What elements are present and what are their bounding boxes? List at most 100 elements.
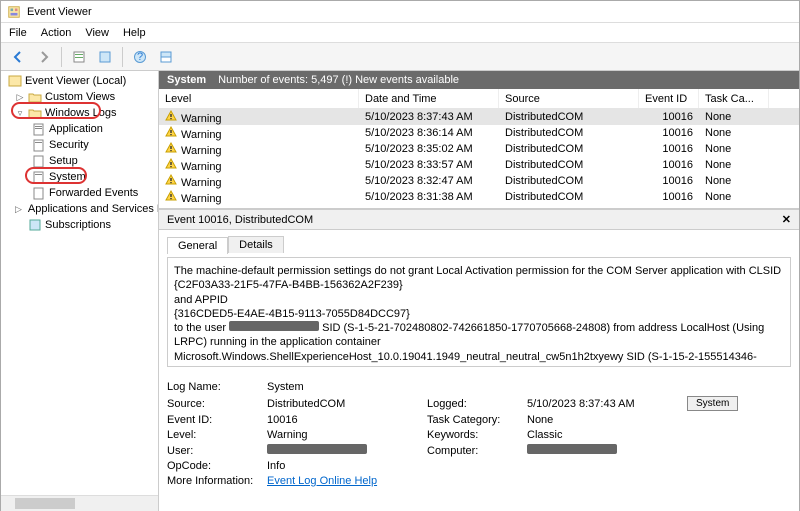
window-title: Event Viewer (27, 6, 92, 18)
warning-icon (165, 158, 177, 170)
label-keywords: Keywords: (427, 429, 527, 441)
warning-icon (165, 110, 177, 122)
log-icon (32, 122, 46, 136)
help-button[interactable]: ? (129, 46, 151, 68)
value-opcode: Info (267, 460, 427, 472)
folder-icon (28, 106, 42, 120)
tree-horizontal-scrollbar[interactable] (1, 495, 158, 511)
subscriptions-icon (28, 218, 42, 232)
table-row[interactable]: Warning5/10/2023 8:31:38 AMDistributedCO… (159, 189, 799, 205)
label-moreinfo: More Information: (167, 475, 267, 487)
table-row[interactable]: Warning5/10/2023 8:37:43 AMDistributedCO… (159, 109, 799, 125)
console-icon (8, 74, 22, 88)
log-icon (32, 154, 46, 168)
menu-help[interactable]: Help (123, 27, 146, 39)
detail-header: Event 10016, DistributedCOM ✕ (159, 210, 799, 230)
label-taskcat: Task Category: (427, 414, 527, 426)
toolbar-separator (61, 47, 62, 67)
tree-application[interactable]: Application (1, 121, 158, 137)
label-level: Level: (167, 429, 267, 441)
tree-panel[interactable]: Event Viewer (Local) ▷ Custom Views ▿ Wi… (1, 71, 159, 511)
system-button[interactable]: System (687, 396, 738, 411)
value-level: Warning (267, 429, 427, 441)
grid-header[interactable]: Level Date and Time Source Event ID Task… (159, 89, 799, 109)
col-eventid[interactable]: Event ID (639, 89, 699, 108)
tree-security[interactable]: Security (1, 137, 158, 153)
menubar: File Action View Help (1, 23, 799, 43)
value-logged: 5/10/2023 8:37:43 AM (527, 398, 687, 410)
message-box[interactable]: The machine-default permission settings … (167, 257, 791, 367)
redacted-user (229, 321, 319, 331)
expander-open-icon[interactable]: ▿ (15, 108, 25, 119)
main-area: Event Viewer (Local) ▷ Custom Views ▿ Wi… (1, 71, 799, 511)
label-source: Source: (167, 398, 267, 410)
log-name: System (167, 74, 206, 86)
value-taskcat: None (527, 414, 687, 426)
label-user: User: (167, 445, 267, 457)
forward-button[interactable] (33, 46, 55, 68)
menu-action[interactable]: Action (41, 27, 72, 39)
table-row[interactable]: Warning5/10/2023 8:32:47 AMDistributedCO… (159, 173, 799, 189)
expander-icon[interactable]: ▷ (15, 92, 25, 103)
table-row[interactable]: Warning5/10/2023 8:33:57 AMDistributedCO… (159, 157, 799, 173)
log-icon (32, 186, 46, 200)
tree-windows-logs[interactable]: ▿ Windows Logs (1, 105, 158, 121)
content-panel: System Number of events: 5,497 (!) New e… (159, 71, 799, 511)
refresh-button[interactable] (94, 46, 116, 68)
label-opcode: OpCode: (167, 460, 267, 472)
tree-forwarded[interactable]: Forwarded Events (1, 185, 158, 201)
table-row[interactable]: Warning5/10/2023 8:36:14 AMDistributedCO… (159, 125, 799, 141)
expander-spacer (15, 220, 25, 230)
close-icon[interactable]: ✕ (782, 213, 791, 226)
value-source: DistributedCOM (267, 398, 427, 410)
expander-icon[interactable]: ▷ (15, 204, 22, 215)
grid-body[interactable]: Warning5/10/2023 8:37:43 AMDistributedCO… (159, 109, 799, 208)
menu-view[interactable]: View (85, 27, 109, 39)
value-eventid: 10016 (267, 414, 427, 426)
link-online-help[interactable]: Event Log Online Help (267, 475, 377, 487)
tab-general[interactable]: General (167, 237, 228, 254)
value-logname: System (267, 381, 427, 393)
titlebar: Event Viewer (1, 1, 799, 23)
col-datetime[interactable]: Date and Time (359, 89, 499, 108)
app-icon (7, 5, 21, 19)
svg-text:?: ? (137, 51, 143, 63)
back-button[interactable] (7, 46, 29, 68)
menu-file[interactable]: File (9, 27, 27, 39)
log-icon (32, 138, 46, 152)
toolbar-separator (122, 47, 123, 67)
label-logname: Log Name: (167, 381, 267, 393)
detail-tabs: General Details (167, 236, 791, 253)
tree-app-services[interactable]: ▷ Applications and Services Lo (1, 201, 158, 217)
label-computer: Computer: (427, 445, 527, 457)
warning-icon (165, 126, 177, 138)
folder-icon (28, 90, 42, 104)
col-source[interactable]: Source (499, 89, 639, 108)
warning-icon (165, 190, 177, 202)
label-logged: Logged: (427, 398, 527, 410)
tree-system[interactable]: System (1, 169, 158, 185)
value-user (267, 444, 427, 457)
table-row[interactable]: Warning5/10/2023 8:35:02 AMDistributedCO… (159, 141, 799, 157)
detail-title: Event 10016, DistributedCOM (167, 214, 313, 226)
warning-icon (165, 142, 177, 154)
properties-button[interactable] (68, 46, 90, 68)
tree-subscriptions[interactable]: Subscriptions (1, 217, 158, 233)
tree-root[interactable]: Event Viewer (Local) (1, 73, 158, 89)
tree-setup[interactable]: Setup (1, 153, 158, 169)
tab-details[interactable]: Details (228, 236, 284, 253)
value-computer (527, 444, 687, 457)
col-level[interactable]: Level (159, 89, 359, 108)
log-icon (32, 170, 46, 184)
preview-button[interactable] (155, 46, 177, 68)
col-taskcat[interactable]: Task Ca... (699, 89, 769, 108)
value-keywords: Classic (527, 429, 687, 441)
properties-grid: Log Name: System Source: DistributedCOM … (167, 381, 791, 487)
event-count: Number of events: 5,497 (!) New events a… (218, 74, 459, 86)
log-header: System Number of events: 5,497 (!) New e… (159, 71, 799, 89)
tree-custom-views[interactable]: ▷ Custom Views (1, 89, 158, 105)
event-grid: Level Date and Time Source Event ID Task… (159, 89, 799, 209)
detail-panel: Event 10016, DistributedCOM ✕ General De… (159, 209, 799, 511)
label-eventid: Event ID: (167, 414, 267, 426)
warning-icon (165, 174, 177, 186)
